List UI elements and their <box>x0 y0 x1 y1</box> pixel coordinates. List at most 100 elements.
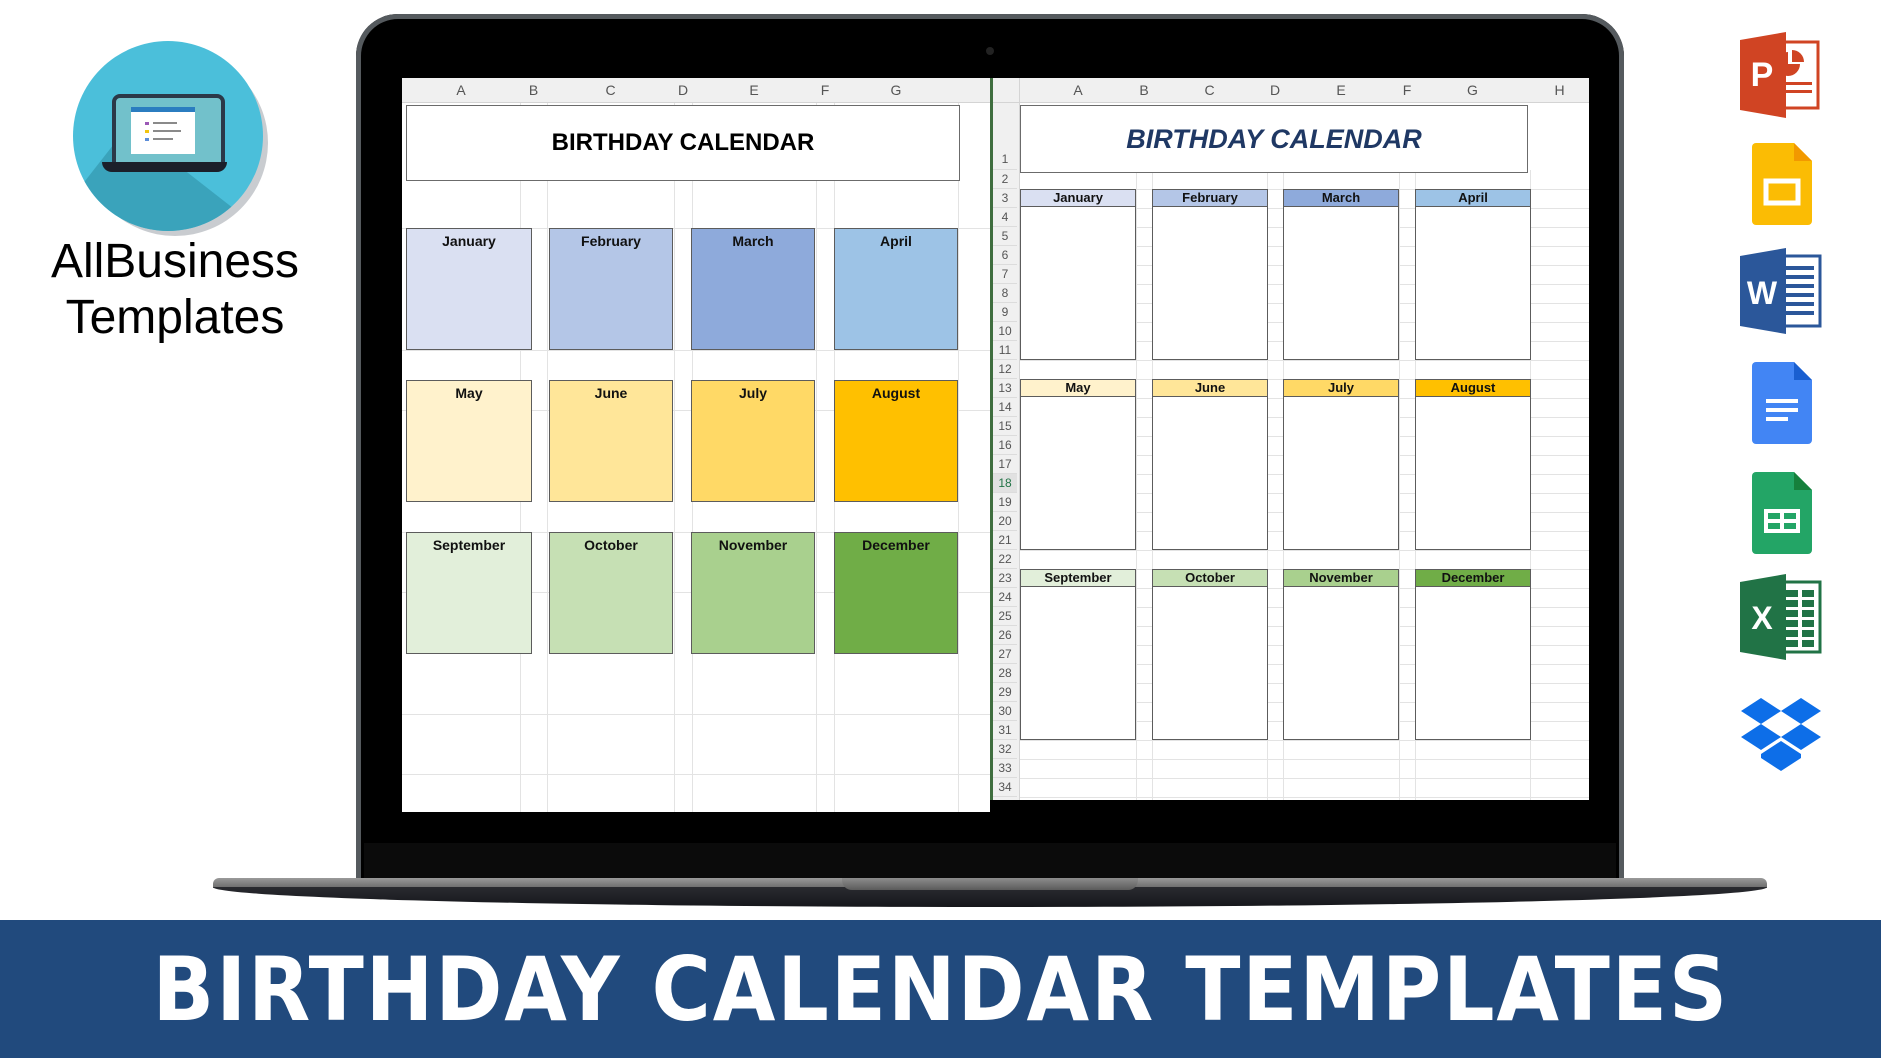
birthday-entry-cell[interactable] <box>1283 283 1399 303</box>
column-header-f[interactable]: F <box>821 82 830 98</box>
birthday-entry-cell[interactable] <box>1415 321 1531 341</box>
birthday-entry-cell[interactable] <box>1283 416 1399 436</box>
birthday-entry-cell[interactable] <box>1020 435 1136 455</box>
birthday-entry-cell[interactable] <box>1152 283 1268 303</box>
month-header-february[interactable]: February <box>1152 189 1268 207</box>
row-header-3[interactable]: 3 <box>993 189 1017 208</box>
month-header-october[interactable]: October <box>1152 569 1268 587</box>
column-header-b[interactable]: B <box>1139 82 1148 98</box>
birthday-entry-cell[interactable] <box>1152 473 1268 493</box>
column-header-e[interactable]: E <box>1336 82 1345 98</box>
row-header-24[interactable]: 24 <box>993 588 1017 607</box>
birthday-entry-cell[interactable] <box>1020 473 1136 493</box>
birthday-entry-cell[interactable] <box>1020 720 1136 740</box>
birthday-entry-cell[interactable] <box>1415 587 1531 607</box>
month-box-september[interactable]: September <box>406 532 532 654</box>
column-header-c[interactable]: C <box>605 82 615 98</box>
birthday-entry-cell[interactable] <box>1415 340 1531 360</box>
column-header-d[interactable]: D <box>678 82 688 98</box>
birthday-entry-cell[interactable] <box>1415 701 1531 721</box>
month-box-december[interactable]: December <box>834 532 958 654</box>
birthday-entry-cell[interactable] <box>1020 682 1136 702</box>
row-header-14[interactable]: 14 <box>993 398 1017 417</box>
birthday-entry-cell[interactable] <box>1415 397 1531 417</box>
month-header-july[interactable]: July <box>1283 379 1399 397</box>
birthday-entry-cell[interactable] <box>1283 473 1399 493</box>
birthday-entry-cell[interactable] <box>1152 245 1268 265</box>
row-header-29[interactable]: 29 <box>993 683 1017 702</box>
birthday-entry-cell[interactable] <box>1415 435 1531 455</box>
column-header-g[interactable]: G <box>1467 82 1478 98</box>
row-header-12[interactable]: 12 <box>993 360 1017 379</box>
row-header-10[interactable]: 10 <box>993 322 1017 341</box>
month-box-july[interactable]: July <box>691 380 815 502</box>
row-header-19[interactable]: 19 <box>993 493 1017 512</box>
row-header-23[interactable]: 23 <box>993 569 1017 588</box>
row-header-2[interactable]: 2 <box>993 170 1017 189</box>
row-header-11[interactable]: 11 <box>993 341 1017 360</box>
birthday-entry-cell[interactable] <box>1020 283 1136 303</box>
birthday-entry-cell[interactable] <box>1415 720 1531 740</box>
birthday-entry-cell[interactable] <box>1020 340 1136 360</box>
month-header-september[interactable]: September <box>1020 569 1136 587</box>
month-header-august[interactable]: August <box>1415 379 1531 397</box>
birthday-entry-cell[interactable] <box>1283 530 1399 550</box>
month-box-february[interactable]: February <box>549 228 673 350</box>
birthday-entry-cell[interactable] <box>1283 226 1399 246</box>
birthday-entry-cell[interactable] <box>1020 663 1136 683</box>
birthday-entry-cell[interactable] <box>1152 644 1268 664</box>
birthday-entry-cell[interactable] <box>1152 435 1268 455</box>
row-header-6[interactable]: 6 <box>993 246 1017 265</box>
birthday-entry-cell[interactable] <box>1020 701 1136 721</box>
birthday-entry-cell[interactable] <box>1152 663 1268 683</box>
birthday-entry-cell[interactable] <box>1020 625 1136 645</box>
birthday-entry-cell[interactable] <box>1020 644 1136 664</box>
select-all-corner[interactable] <box>993 78 1020 102</box>
birthday-entry-cell[interactable] <box>1020 587 1136 607</box>
month-box-august[interactable]: August <box>834 380 958 502</box>
column-header-a[interactable]: A <box>456 82 465 98</box>
row-header-5[interactable]: 5 <box>993 227 1017 246</box>
birthday-entry-cell[interactable] <box>1415 264 1531 284</box>
sheet-title-box[interactable]: BIRTHDAY CALENDAR <box>406 105 960 181</box>
row-header-22[interactable]: 22 <box>993 550 1017 569</box>
month-box-april[interactable]: April <box>834 228 958 350</box>
birthday-entry-cell[interactable] <box>1020 245 1136 265</box>
column-header-e[interactable]: E <box>749 82 758 98</box>
column-header-d[interactable]: D <box>1270 82 1280 98</box>
birthday-entry-cell[interactable] <box>1415 302 1531 322</box>
row-header-1[interactable]: 1 <box>993 103 1017 170</box>
birthday-entry-cell[interactable] <box>1415 530 1531 550</box>
birthday-entry-cell[interactable] <box>1415 644 1531 664</box>
birthday-entry-cell[interactable] <box>1020 321 1136 341</box>
birthday-entry-cell[interactable] <box>1415 492 1531 512</box>
row-header-27[interactable]: 27 <box>993 645 1017 664</box>
birthday-entry-cell[interactable] <box>1415 416 1531 436</box>
birthday-entry-cell[interactable] <box>1283 511 1399 531</box>
row-header-4[interactable]: 4 <box>993 208 1017 227</box>
birthday-entry-cell[interactable] <box>1152 606 1268 626</box>
column-header-h[interactable]: H <box>1554 82 1564 98</box>
row-header-31[interactable]: 31 <box>993 721 1017 740</box>
excel-icon[interactable]: X <box>1736 572 1826 662</box>
birthday-entry-cell[interactable] <box>1020 226 1136 246</box>
row-header-17[interactable]: 17 <box>993 455 1017 474</box>
birthday-entry-cell[interactable] <box>1152 625 1268 645</box>
month-box-march[interactable]: March <box>691 228 815 350</box>
birthday-entry-cell[interactable] <box>1152 397 1268 417</box>
birthday-entry-cell[interactable] <box>1152 264 1268 284</box>
birthday-entry-cell[interactable] <box>1283 340 1399 360</box>
row-header-28[interactable]: 28 <box>993 664 1017 683</box>
dropbox-icon[interactable] <box>1736 688 1826 778</box>
birthday-entry-cell[interactable] <box>1152 511 1268 531</box>
birthday-entry-cell[interactable] <box>1283 264 1399 284</box>
birthday-entry-cell[interactable] <box>1152 340 1268 360</box>
row-header-18[interactable]: 18 <box>993 474 1017 493</box>
birthday-entry-cell[interactable] <box>1415 682 1531 702</box>
row-header-16[interactable]: 16 <box>993 436 1017 455</box>
birthday-entry-cell[interactable] <box>1152 682 1268 702</box>
birthday-entry-cell[interactable] <box>1415 207 1531 227</box>
birthday-entry-cell[interactable] <box>1152 587 1268 607</box>
birthday-entry-cell[interactable] <box>1283 663 1399 683</box>
row-header-7[interactable]: 7 <box>993 265 1017 284</box>
